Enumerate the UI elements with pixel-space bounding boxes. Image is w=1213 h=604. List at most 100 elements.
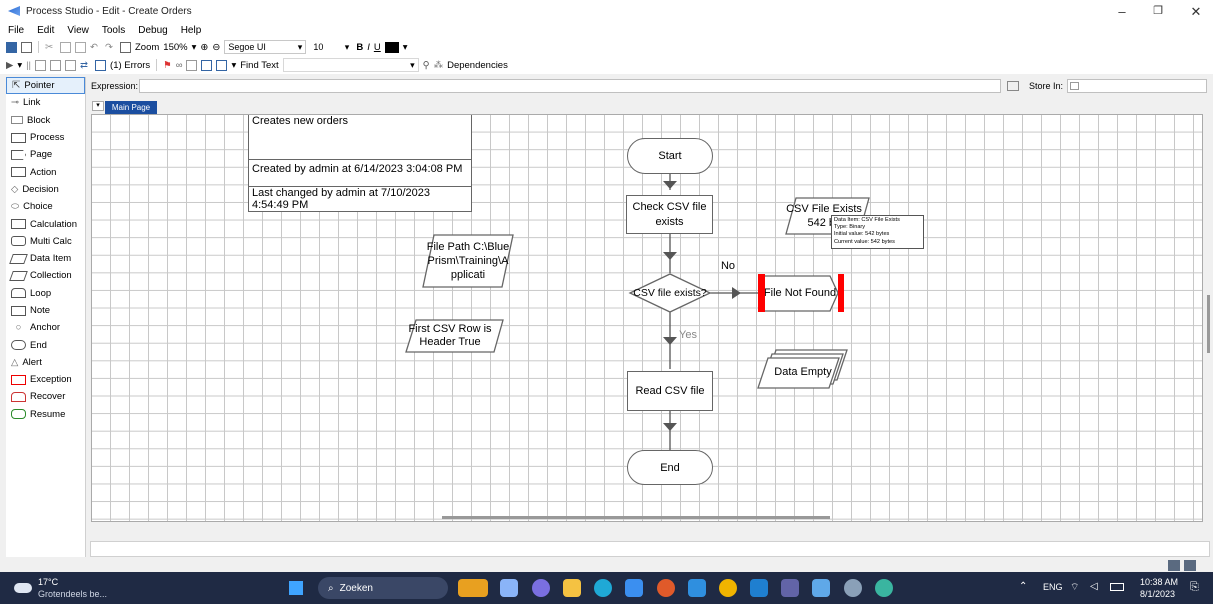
find-icon[interactable] (186, 59, 198, 71)
weather-text[interactable]: Grotendeels be... (38, 589, 107, 599)
chevron-down-icon[interactable]: ▾ (192, 42, 197, 53)
store-in-input[interactable] (1067, 79, 1208, 93)
undo-icon[interactable]: ↶ (90, 42, 101, 53)
tool-recover[interactable]: Recover (6, 388, 85, 405)
diagram-canvas[interactable]: Creates new orders Created by admin at 6… (91, 114, 1203, 522)
start-stage[interactable]: Start (627, 138, 713, 174)
tool-collection[interactable]: Collection (6, 267, 85, 284)
play-icon[interactable]: ▶ (6, 60, 13, 71)
step-icon[interactable] (35, 59, 47, 71)
vertical-scrollbar[interactable] (1207, 295, 1210, 353)
find-text-input[interactable]: ▾ (282, 58, 419, 72)
browser-icon[interactable] (875, 579, 893, 597)
chevron-down-icon[interactable]: ▾ (403, 42, 408, 53)
tool-anchor[interactable]: ○ Anchor (6, 319, 85, 336)
layout-icon[interactable] (216, 59, 228, 71)
tool-choice[interactable]: ⬭ Choice (6, 198, 85, 215)
end-stage[interactable]: End (627, 450, 713, 485)
zoom-label[interactable]: Zoom (135, 42, 159, 53)
tool-multi-calc[interactable]: Multi Calc (6, 233, 85, 250)
tool-exception[interactable]: Exception (6, 371, 85, 388)
dependencies-button[interactable]: Dependencies (447, 60, 508, 71)
expression-builder-icon[interactable] (1007, 81, 1019, 91)
font-name-select[interactable]: Segoe UI ▾ (224, 40, 307, 54)
tool-end[interactable]: End (6, 336, 85, 353)
bold-button[interactable]: B (356, 42, 363, 53)
notification-icon[interactable]: ⎘ (1190, 581, 1199, 594)
binoculars-icon[interactable]: ⚲ (423, 60, 430, 71)
breakpoint-icon[interactable]: ⚑ (163, 60, 172, 71)
clock-date[interactable]: 8/1/2023 (1140, 589, 1175, 599)
check-csv-action[interactable]: Check CSV file exists (626, 195, 713, 234)
temperature[interactable]: 17°C (38, 577, 58, 587)
tray-icon[interactable] (1184, 560, 1196, 571)
vscode-icon[interactable] (688, 579, 706, 597)
menu-edit[interactable]: Edit (37, 25, 54, 36)
paste-icon[interactable] (75, 41, 86, 53)
page-dropdown-button[interactable]: ▾ (92, 101, 104, 111)
menu-tools[interactable]: Tools (102, 25, 125, 36)
tool-decision[interactable]: ◇ Decision (6, 181, 85, 198)
expression-input[interactable] (139, 79, 1001, 93)
menu-file[interactable]: File (8, 25, 24, 36)
tool-block[interactable]: Block (6, 112, 85, 129)
outlook-icon[interactable] (750, 579, 768, 597)
pause-icon[interactable]: || (26, 60, 31, 71)
tool-process[interactable]: Process (6, 129, 85, 146)
menu-help[interactable]: Help (181, 25, 202, 36)
edge-icon[interactable] (594, 579, 612, 597)
watch-icon[interactable]: ∞ (176, 60, 183, 71)
zoom-value[interactable]: 150% (163, 42, 187, 53)
settings-icon[interactable] (844, 579, 862, 597)
decision-label[interactable]: CSV file exists? (622, 286, 718, 300)
maximize-button[interactable]: ❐ (1148, 4, 1168, 17)
close-button[interactable]: ✕ (1186, 4, 1206, 20)
blue-prism-icon[interactable] (812, 579, 830, 597)
screen-icon[interactable] (201, 59, 213, 71)
save-icon[interactable] (6, 41, 17, 53)
teams-icon[interactable] (781, 579, 799, 597)
tool-link[interactable]: ⊸ Link (6, 94, 85, 111)
menu-view[interactable]: View (67, 25, 89, 36)
language-indicator[interactable]: ENG (1043, 582, 1063, 592)
tool-alert[interactable]: △ Alert (6, 354, 85, 371)
tool-loop[interactable]: Loop (6, 285, 85, 302)
file-explorer-icon[interactable] (563, 579, 581, 597)
chat-icon[interactable] (532, 579, 550, 597)
reset-icon[interactable]: ⇄ (80, 60, 91, 71)
copy-icon[interactable] (60, 41, 71, 53)
tool-action[interactable]: Action (6, 163, 85, 180)
chevron-down-icon[interactable]: ▾ (17, 60, 22, 71)
tool-note[interactable]: Note (6, 302, 85, 319)
tool-page[interactable]: Page (6, 146, 85, 163)
windows-start-icon[interactable] (289, 581, 303, 595)
tool-data-item[interactable]: Data Item (6, 250, 85, 267)
font-color-button[interactable] (384, 41, 399, 53)
horizontal-scrollbar[interactable] (442, 516, 830, 519)
zoom-out-icon[interactable]: ⊖ (212, 42, 220, 53)
not-found-exception[interactable]: File Not Found (758, 277, 842, 309)
chevron-up-icon[interactable]: ⌃ (1019, 581, 1027, 592)
battery-icon[interactable] (1110, 583, 1124, 591)
errors-button[interactable]: (1) Errors (110, 60, 150, 71)
menu-debug[interactable]: Debug (138, 25, 167, 36)
step-out-icon[interactable] (65, 59, 77, 71)
step-over-icon[interactable] (50, 59, 62, 71)
task-view-icon[interactable] (500, 579, 518, 597)
italic-button[interactable]: I (367, 42, 370, 53)
tab-main-page[interactable]: Main Page (105, 101, 157, 114)
underline-button[interactable]: U (374, 42, 381, 53)
data-empty-collection[interactable]: Data Empty (764, 358, 842, 386)
tool-calculation[interactable]: Calculation (6, 215, 85, 232)
font-size-select[interactable]: 10 ▾ (310, 40, 353, 54)
wifi-icon[interactable]: ⌔ (1070, 581, 1079, 594)
search-box[interactable]: ⌕ Zoeken (318, 577, 448, 599)
tray-icon[interactable] (1168, 560, 1180, 571)
chrome-icon[interactable] (719, 579, 737, 597)
minimize-button[interactable]: – (1112, 4, 1132, 19)
read-csv-action[interactable]: Read CSV file (627, 371, 713, 411)
zoom-in-icon[interactable]: ⊕ (200, 42, 208, 53)
clock-time[interactable]: 10:38 AM (1140, 577, 1178, 587)
tool-pointer[interactable]: ⇱ Pointer (6, 77, 85, 95)
first-row-data-item[interactable]: First CSV Row is Header True (394, 320, 506, 352)
